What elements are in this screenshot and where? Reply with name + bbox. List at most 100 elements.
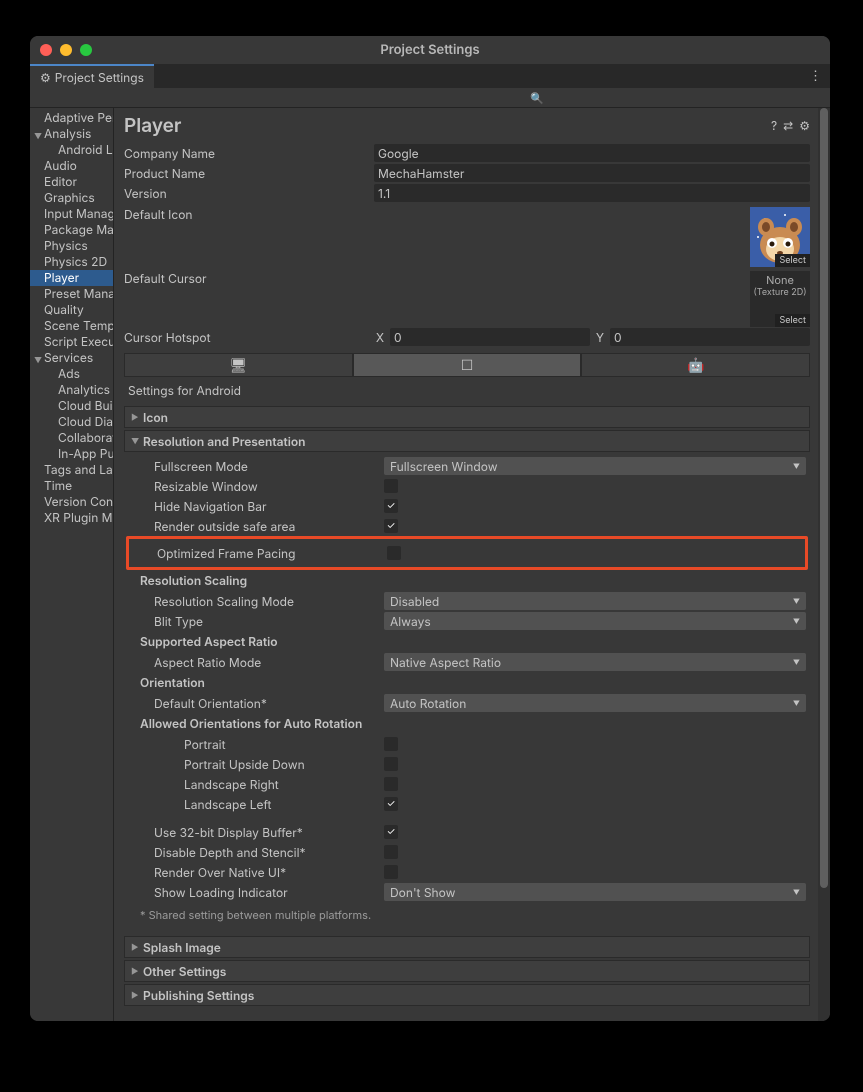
- settings-sidebar: Adaptive PerformanceAnalysisAndroid Logc…: [30, 108, 114, 1021]
- sidebar-item-cloud-build[interactable]: Cloud Build: [30, 398, 113, 414]
- sidebar-item-xr-plugin-management[interactable]: XR Plugin Management: [30, 510, 113, 526]
- tab-project-settings[interactable]: ⚙ Project Settings: [30, 64, 154, 88]
- resizable-window-row: Resizable Window: [128, 476, 806, 496]
- section-other[interactable]: Other Settings: [124, 960, 810, 982]
- company-name-label: Company Name: [124, 146, 374, 161]
- sidebar-item-preset-manager[interactable]: Preset Manager: [30, 286, 113, 302]
- sidebar-item-in-app-purchasing[interactable]: In-App Purchasing: [30, 446, 113, 462]
- opt-frame-label: Optimized Frame Pacing: [131, 546, 387, 561]
- sidebar-item-adaptive-performance[interactable]: Adaptive Performance: [30, 110, 113, 126]
- sidebar-item-audio[interactable]: Audio: [30, 158, 113, 174]
- platform-tab-standalone[interactable]: 🖥: [124, 353, 353, 377]
- section-icon[interactable]: Icon: [124, 406, 810, 428]
- select-label-2: Select: [775, 314, 810, 327]
- native-ui-checkbox[interactable]: [384, 865, 398, 879]
- page-title: Player: [124, 114, 181, 137]
- render-safe-row: Render outside safe area: [128, 516, 806, 536]
- allowed-orient-heading: Allowed Orientations for Auto Rotation: [128, 713, 806, 734]
- default-cursor-label: Default Cursor: [124, 271, 374, 286]
- depth-stencil-checkbox[interactable]: [384, 845, 398, 859]
- resizable-window-checkbox[interactable]: [384, 479, 398, 493]
- sidebar-item-scene-template[interactable]: Scene Template: [30, 318, 113, 334]
- sidebar-item-analysis[interactable]: Analysis: [30, 126, 113, 142]
- hotspot-x-input[interactable]: [390, 328, 590, 346]
- sidebar-item-collaborate[interactable]: Collaborate: [30, 430, 113, 446]
- platform-tab-ios[interactable]: ☐: [353, 353, 582, 377]
- sidebar-item-version-control[interactable]: Version Control: [30, 494, 113, 510]
- loading-indicator-dropdown[interactable]: Don't Show: [384, 883, 806, 901]
- hotspot-y-input[interactable]: [610, 328, 810, 346]
- company-name-input[interactable]: [374, 144, 810, 162]
- content: Adaptive PerformanceAnalysisAndroid Logc…: [30, 108, 830, 1021]
- version-input[interactable]: [374, 184, 810, 202]
- section-splash[interactable]: Splash Image: [124, 936, 810, 958]
- section-publishing[interactable]: Publishing Settings: [124, 984, 810, 1006]
- sidebar-item-package-manager[interactable]: Package Manager: [30, 222, 113, 238]
- render-safe-checkbox[interactable]: [384, 519, 398, 533]
- landscape-right-checkbox[interactable]: [384, 777, 398, 791]
- sidebar-item-input-manager[interactable]: Input Manager: [30, 206, 113, 222]
- portrait-label: Portrait: [128, 737, 384, 752]
- tab-label: Project Settings: [55, 70, 144, 85]
- portrait-checkbox[interactable]: [384, 737, 398, 751]
- cursor-hotspot-row: Cursor Hotspot X Y: [124, 327, 810, 347]
- landscape-left-checkbox[interactable]: [384, 797, 398, 811]
- sidebar-item-android-logcat-settings[interactable]: Android Logcat Settings: [30, 142, 113, 158]
- phone-icon: ☐: [461, 357, 474, 374]
- sidebar-item-analytics[interactable]: Analytics: [30, 382, 113, 398]
- preset-icon[interactable]: ⇄: [783, 118, 793, 133]
- sidebar-item-time[interactable]: Time: [30, 478, 113, 494]
- aspect-mode-dropdown[interactable]: Native Aspect Ratio: [384, 653, 806, 671]
- help-icon[interactable]: ?: [771, 118, 777, 133]
- company-name-row: Company Name: [124, 143, 810, 163]
- default-orient-row: Default Orientation* Auto Rotation: [128, 693, 806, 713]
- search-icon: 🔍: [530, 91, 544, 105]
- sidebar-item-graphics[interactable]: Graphics: [30, 190, 113, 206]
- cursor-type-text: (Texture 2D): [750, 287, 810, 298]
- sidebar-item-quality[interactable]: Quality: [30, 302, 113, 318]
- sidebar-item-cloud-diagnostics[interactable]: Cloud Diagnostics: [30, 414, 113, 430]
- main-panel: Player ? ⇄ ⚙ Company Name Product Name: [114, 108, 830, 1021]
- hide-nav-checkbox[interactable]: [384, 499, 398, 513]
- section-resolution-label: Resolution and Presentation: [143, 434, 306, 449]
- sidebar-item-ads[interactable]: Ads: [30, 366, 113, 382]
- sidebar-item-player[interactable]: Player: [30, 270, 113, 286]
- fullscreen-mode-dropdown[interactable]: Fullscreen Window: [384, 457, 806, 475]
- sidebar-item-services[interactable]: Services: [30, 350, 113, 366]
- platform-tab-android[interactable]: 🤖: [581, 353, 810, 377]
- sidebar-item-physics-2d[interactable]: Physics 2D: [30, 254, 113, 270]
- portrait-upside-row: Portrait Upside Down: [128, 754, 806, 774]
- tab-menu-button[interactable]: ⋮: [809, 64, 830, 88]
- default-icon-picker[interactable]: Select: [750, 207, 810, 267]
- section-publishing-label: Publishing Settings: [143, 988, 254, 1003]
- default-cursor-picker[interactable]: None (Texture 2D) Select: [750, 271, 810, 327]
- res-scaling-mode-dropdown[interactable]: Disabled: [384, 592, 806, 610]
- default-orient-dropdown[interactable]: Auto Rotation: [384, 694, 806, 712]
- opt-frame-checkbox[interactable]: [387, 546, 401, 560]
- product-name-input[interactable]: [374, 164, 810, 182]
- blit-type-dropdown[interactable]: Always: [384, 612, 806, 630]
- landscape-left-label: Landscape Left: [128, 797, 384, 812]
- aspect-mode-row: Aspect Ratio Mode Native Aspect Ratio: [128, 652, 806, 672]
- sidebar-item-physics[interactable]: Physics: [30, 238, 113, 254]
- buffer32-row: Use 32-bit Display Buffer*: [128, 822, 806, 842]
- resizable-window-label: Resizable Window: [128, 479, 384, 494]
- resolution-body: Fullscreen Mode Fullscreen Window Resiza…: [124, 452, 810, 934]
- main-scroll: Player ? ⇄ ⚙ Company Name Product Name: [114, 108, 818, 1021]
- section-icon-label: Icon: [143, 410, 168, 425]
- sidebar-item-script-execution-order[interactable]: Script Execution Order: [30, 334, 113, 350]
- section-resolution[interactable]: Resolution and Presentation: [124, 430, 810, 452]
- scrollbar-thumb[interactable]: [820, 108, 828, 888]
- hotspot-x-label: X: [374, 330, 386, 345]
- hotspot-y-label: Y: [594, 330, 606, 345]
- sidebar-item-tags-and-layers[interactable]: Tags and Layers: [30, 462, 113, 478]
- sidebar-item-editor[interactable]: Editor: [30, 174, 113, 190]
- scrollbar[interactable]: [818, 108, 830, 1021]
- buffer32-checkbox[interactable]: [384, 825, 398, 839]
- portrait-upside-checkbox[interactable]: [384, 757, 398, 771]
- opt-frame-row: Optimized Frame Pacing: [131, 543, 803, 563]
- settings-icon[interactable]: ⚙: [799, 118, 810, 133]
- section-other-label: Other Settings: [143, 964, 226, 979]
- search-bar[interactable]: 🔍: [30, 88, 830, 108]
- cursor-none-text: None: [750, 273, 810, 287]
